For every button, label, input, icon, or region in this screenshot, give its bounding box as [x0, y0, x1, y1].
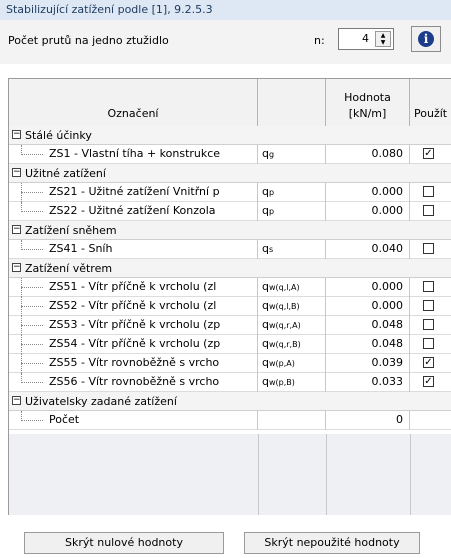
info-button[interactable]: i — [411, 26, 441, 52]
column-header-value[interactable]: Hodnota [kN/m] — [326, 79, 410, 126]
column-header-symbol[interactable] — [258, 79, 326, 126]
table-row[interactable]: ZS55 - Vítr rovnoběžně s vrcho qw(p,A) 0.0… — [9, 354, 451, 373]
checkbox-icon[interactable]: ✓ — [423, 357, 434, 368]
row-use: ✓ — [410, 373, 451, 392]
panel-title: Stabilizující zatížení podle [1], 9.2.5.… — [0, 0, 451, 20]
row-value[interactable]: 0.039 — [326, 354, 410, 373]
group-row[interactable]: − Zatížení větrem — [9, 259, 451, 278]
row-name: ZS55 - Vítr rovnoběžně s vrcho — [9, 354, 258, 373]
checkbox-icon[interactable] — [423, 281, 434, 292]
table-row[interactable]: ZS41 - Sníh qs 0.040 — [9, 240, 451, 259]
row-symbol: qw(q,l,A) — [258, 278, 326, 297]
row-symbol: qw(q,r,A) — [258, 316, 326, 335]
row-symbol — [258, 411, 326, 430]
row-value[interactable]: 0.000 — [326, 202, 410, 221]
row-name: ZS51 - Vítr příčně k vrcholu (zl — [9, 278, 258, 297]
column-header-name[interactable]: Označení — [9, 79, 258, 126]
table-header: Označení Hodnota [kN/m] Použít — [9, 79, 451, 127]
row-symbol: qp — [258, 202, 326, 221]
table-row[interactable]: ZS51 - Vítr příčně k vrcholu (zl qw(q,l,A… — [9, 278, 451, 297]
row-name: ZS21 - Užitné zatížení Vnitřní p — [9, 183, 258, 202]
row-value[interactable]: 0.080 — [326, 145, 410, 164]
table-row[interactable]: Počet 0 — [9, 411, 451, 430]
minus-square-icon[interactable]: − — [12, 396, 21, 405]
table-row[interactable]: ZS53 - Vítr příčně k vrcholu (zp qw(q,r,A… — [9, 316, 451, 335]
row-value[interactable]: 0.000 — [326, 278, 410, 297]
row-value[interactable]: 0 — [326, 411, 410, 430]
row-use: ✓ — [410, 354, 451, 373]
rods-per-brace-label: Počet prutů na jedno ztužidlo — [8, 34, 169, 47]
row-use — [410, 411, 451, 430]
row-name: ZS41 - Sníh — [9, 240, 258, 259]
row-use — [410, 297, 451, 316]
hide-unused-values-button[interactable]: Skrýt nepoužité hodnoty — [244, 532, 420, 554]
checkbox-icon[interactable]: ✓ — [423, 376, 434, 387]
row-symbol: qw(p,A) — [258, 354, 326, 373]
row-use — [410, 335, 451, 354]
table-row[interactable]: ZS1 - Vlastní tíha + konstrukce qg 0.080 ✓ — [9, 145, 451, 164]
minus-square-icon[interactable]: − — [12, 263, 21, 272]
checkbox-icon[interactable] — [423, 300, 434, 311]
row-symbol: qw(q,l,B) — [258, 297, 326, 316]
row-name: ZS56 - Vítr rovnoběžně s vrcho — [9, 373, 258, 392]
n-spinner-input[interactable]: 4 ▲ ▼ — [338, 28, 394, 50]
row-symbol: qw(p,B) — [258, 373, 326, 392]
minus-square-icon[interactable]: − — [12, 130, 21, 139]
row-use — [410, 183, 451, 202]
row-value[interactable]: 0.000 — [326, 183, 410, 202]
row-name: ZS52 - Vítr příčně k vrcholu (zl — [9, 297, 258, 316]
row-name: ZS1 - Vlastní tíha + konstrukce — [9, 145, 258, 164]
row-use — [410, 240, 451, 259]
table-row[interactable]: ZS22 - Užitné zatížení Konzola qp 0.000 — [9, 202, 451, 221]
row-value[interactable]: 0.033 — [326, 373, 410, 392]
row-symbol: qp — [258, 183, 326, 202]
row-name: ZS54 - Vítr příčně k vrcholu (zp — [9, 335, 258, 354]
row-name: ZS22 - Užitné zatížení Konzola — [9, 202, 258, 221]
checkbox-icon[interactable] — [423, 338, 434, 349]
table-row[interactable]: ZS52 - Vítr příčně k vrcholu (zl qw(q,l,B… — [9, 297, 451, 316]
minus-square-icon[interactable]: − — [12, 168, 21, 177]
checkbox-icon[interactable] — [423, 186, 434, 197]
group-label: Uživatelsky zadané zatížení — [25, 395, 177, 408]
n-label: n: — [314, 34, 325, 47]
group-label: Zatížení větrem — [25, 262, 113, 275]
group-label: Užitné zatížení — [25, 167, 106, 180]
group-label: Zatížení sněhem — [25, 224, 117, 237]
table-row[interactable]: ZS21 - Užitné zatížení Vnitřní p qp 0.000 — [9, 183, 451, 202]
row-use: ✓ — [410, 145, 451, 164]
minus-square-icon[interactable]: − — [12, 225, 21, 234]
checkbox-icon[interactable] — [423, 319, 434, 330]
table-empty-area — [9, 434, 451, 515]
row-name: ZS53 - Vítr příčně k vrcholu (zp — [9, 316, 258, 335]
row-use — [410, 316, 451, 335]
table-row[interactable]: ZS56 - Vítr rovnoběžně s vrcho qw(p,B) 0.0… — [9, 373, 451, 392]
row-value[interactable]: 0.040 — [326, 240, 410, 259]
group-row[interactable]: − Užitné zatížení — [9, 164, 451, 183]
row-value[interactable]: 0.048 — [326, 335, 410, 354]
row-use — [410, 202, 451, 221]
checkbox-icon[interactable] — [423, 205, 434, 216]
hide-zero-values-button[interactable]: Skrýt nulové hodnoty — [24, 532, 224, 554]
group-row[interactable]: − Zatížení sněhem — [9, 221, 451, 240]
row-symbol: qg — [258, 145, 326, 164]
row-symbol: qw(q,r,B) — [258, 335, 326, 354]
n-value: 4 — [362, 32, 369, 45]
row-value[interactable]: 0.000 — [326, 297, 410, 316]
row-name: Počet — [9, 411, 258, 430]
rods-parameter-row: Počet prutů na jedno ztužidlo n: 4 ▲ ▼ i — [0, 20, 451, 64]
table-row[interactable]: ZS54 - Vítr příčně k vrcholu (zp qw(q,r,B… — [9, 335, 451, 354]
loads-table: Označení Hodnota [kN/m] Použít − Stálé úči… — [8, 78, 451, 515]
group-row[interactable]: − Uživatelsky zadané zatížení — [9, 392, 451, 411]
spinner-arrows-icon[interactable]: ▲ ▼ — [375, 31, 391, 47]
row-value[interactable]: 0.048 — [326, 316, 410, 335]
column-header-use[interactable]: Použít — [410, 79, 451, 126]
group-row[interactable]: − Stálé účinky — [9, 126, 451, 145]
checkbox-icon[interactable]: ✓ — [423, 148, 434, 159]
info-icon: i — [418, 31, 434, 47]
group-label: Stálé účinky — [25, 129, 92, 142]
row-symbol: qs — [258, 240, 326, 259]
checkbox-icon[interactable] — [423, 243, 434, 254]
row-use — [410, 278, 451, 297]
